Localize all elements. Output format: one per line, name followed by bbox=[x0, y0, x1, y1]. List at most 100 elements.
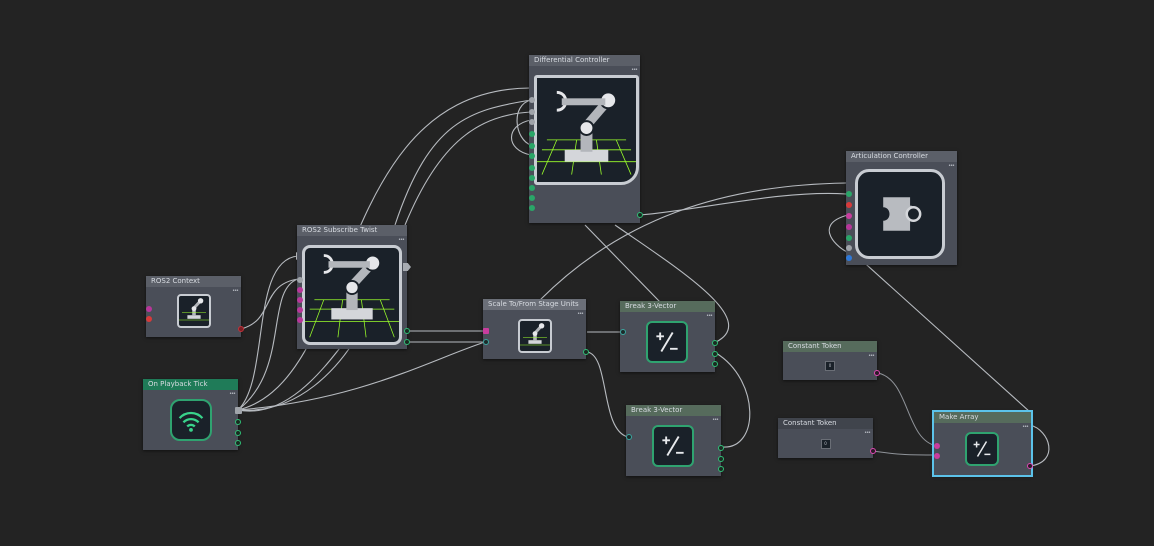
output-port[interactable] bbox=[404, 339, 410, 345]
input-port[interactable] bbox=[846, 202, 852, 208]
node-menu-icon[interactable]: ••• bbox=[232, 288, 239, 294]
output-port[interactable] bbox=[1027, 463, 1033, 469]
output-port[interactable] bbox=[712, 351, 718, 357]
input-port[interactable] bbox=[297, 307, 303, 313]
node-title: Make Array bbox=[934, 412, 1031, 423]
node-on-playback-tick[interactable]: On Playback Tick ••• bbox=[143, 379, 242, 450]
input-port[interactable] bbox=[297, 297, 303, 303]
plus-minus-icon bbox=[652, 425, 694, 467]
node-scale-stage-units[interactable]: Scale To/From Stage Units ••• bbox=[483, 299, 589, 359]
output-port[interactable] bbox=[718, 466, 724, 472]
input-port[interactable] bbox=[529, 153, 535, 159]
wire-consttoken-a-to-makearray[interactable] bbox=[877, 372, 938, 447]
input-port[interactable] bbox=[529, 143, 535, 149]
node-title: Break 3-Vector bbox=[626, 405, 721, 416]
node-title: Constant Token bbox=[783, 341, 877, 352]
input-port[interactable] bbox=[483, 339, 489, 345]
input-port[interactable] bbox=[529, 97, 535, 103]
input-port[interactable] bbox=[529, 165, 535, 171]
output-port[interactable] bbox=[637, 212, 643, 218]
robot-arm-icon bbox=[302, 245, 402, 345]
robot-arm-icon bbox=[534, 75, 639, 185]
output-port[interactable] bbox=[712, 361, 718, 367]
output-port[interactable] bbox=[874, 370, 880, 376]
input-port[interactable] bbox=[846, 235, 852, 241]
node-menu-icon[interactable]: ••• bbox=[948, 163, 955, 169]
node-menu-icon[interactable]: ••• bbox=[631, 67, 638, 73]
node-title: Differential Controller bbox=[529, 55, 640, 66]
node-menu-icon[interactable]: ••• bbox=[577, 311, 584, 317]
node-menu-icon[interactable]: ••• bbox=[712, 417, 719, 423]
node-title: Scale To/From Stage Units bbox=[483, 299, 586, 310]
output-port[interactable] bbox=[718, 456, 724, 462]
output-port[interactable] bbox=[238, 326, 244, 332]
input-port[interactable] bbox=[529, 205, 535, 211]
node-break-3vector[interactable]: Break 3-Vector ••• bbox=[620, 301, 718, 372]
node-title: ROS2 Subscribe Twist bbox=[297, 225, 407, 236]
input-port[interactable] bbox=[934, 453, 940, 459]
wire-tick-to-twist-2[interactable] bbox=[237, 278, 299, 411]
robot-arm-icon bbox=[518, 319, 552, 353]
output-port[interactable] bbox=[583, 349, 589, 355]
wire-twist-to-diffcontroller[interactable] bbox=[394, 99, 532, 226]
input-port[interactable] bbox=[483, 328, 489, 334]
wire-tick-to-scale[interactable] bbox=[237, 341, 486, 411]
wire-tick-to-twist[interactable] bbox=[237, 255, 299, 411]
output-port[interactable] bbox=[718, 445, 724, 451]
node-menu-icon[interactable]: ••• bbox=[706, 313, 713, 319]
node-ros2-subscribe-twist[interactable]: ROS2 Subscribe Twist ••• bbox=[297, 225, 411, 349]
node-break-3vector[interactable]: Break 3-Vector ••• bbox=[626, 405, 724, 476]
plus-minus-icon bbox=[646, 321, 688, 363]
wire-diff-to-articulation[interactable] bbox=[639, 192, 847, 216]
input-port[interactable] bbox=[297, 277, 303, 283]
exec-output-port[interactable] bbox=[235, 407, 242, 414]
input-port[interactable] bbox=[620, 329, 626, 335]
output-port[interactable] bbox=[235, 430, 241, 436]
node-title: Break 3-Vector bbox=[620, 301, 715, 312]
node-title: ROS2 Context bbox=[146, 276, 241, 287]
input-port[interactable] bbox=[846, 224, 852, 230]
input-port[interactable] bbox=[529, 109, 535, 115]
input-port[interactable] bbox=[297, 287, 303, 293]
wire-break-loop[interactable] bbox=[715, 352, 751, 448]
wire-articulation-to-makearray[interactable] bbox=[847, 247, 1031, 413]
output-port[interactable] bbox=[235, 419, 241, 425]
input-port[interactable] bbox=[146, 316, 152, 322]
wire-makearray-loop[interactable] bbox=[1029, 424, 1050, 467]
node-menu-icon[interactable]: ••• bbox=[229, 391, 236, 397]
node-make-array[interactable]: Make Array ••• bbox=[932, 410, 1033, 477]
node-title: Articulation Controller bbox=[846, 151, 957, 162]
input-port[interactable] bbox=[626, 434, 632, 440]
input-port[interactable] bbox=[529, 185, 535, 191]
output-port[interactable] bbox=[235, 440, 241, 446]
robot-arm-icon bbox=[177, 294, 211, 328]
node-constant-token[interactable]: Constant Token ••• 0 bbox=[783, 341, 880, 380]
wifi-icon bbox=[170, 399, 212, 441]
input-port[interactable] bbox=[846, 191, 852, 197]
input-port[interactable] bbox=[529, 131, 535, 137]
node-title: Constant Token bbox=[778, 418, 873, 429]
node-menu-icon[interactable]: ••• bbox=[398, 237, 405, 243]
input-port[interactable] bbox=[529, 175, 535, 181]
output-port[interactable] bbox=[404, 328, 410, 334]
node-constant-token[interactable]: Constant Token ••• 0 bbox=[778, 418, 876, 458]
puzzle-icon bbox=[855, 169, 945, 259]
token-value[interactable]: 0 bbox=[820, 438, 831, 449]
node-menu-icon[interactable]: ••• bbox=[1022, 424, 1029, 430]
input-port[interactable] bbox=[934, 443, 940, 449]
input-port[interactable] bbox=[846, 213, 852, 219]
output-port[interactable] bbox=[870, 448, 876, 454]
node-ros2-context[interactable]: ROS2 Context ••• bbox=[146, 276, 244, 337]
input-port[interactable] bbox=[846, 245, 852, 251]
node-articulation-controller[interactable]: Articulation Controller ••• bbox=[846, 151, 957, 265]
input-port[interactable] bbox=[297, 317, 303, 323]
token-value[interactable]: 0 bbox=[825, 361, 835, 371]
node-differential-controller[interactable]: Differential Controller ••• bbox=[529, 55, 643, 223]
wire-consttoken-b-to-makearray[interactable] bbox=[872, 450, 938, 456]
input-port[interactable] bbox=[146, 306, 152, 312]
input-port[interactable] bbox=[529, 119, 535, 125]
input-port[interactable] bbox=[529, 195, 535, 201]
input-port[interactable] bbox=[846, 255, 852, 261]
plus-minus-icon bbox=[965, 432, 999, 466]
output-port[interactable] bbox=[712, 340, 718, 346]
